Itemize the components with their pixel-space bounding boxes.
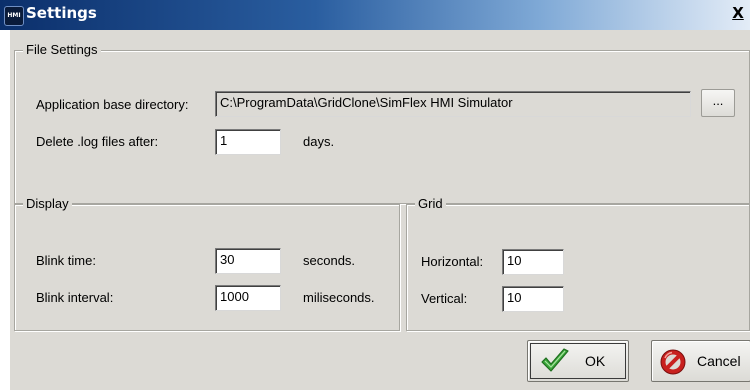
file-settings-legend: File Settings [23, 42, 101, 57]
delete-log-days-input[interactable]: 1 [215, 129, 281, 155]
grid-group: Grid Horizontal: 10 Vertical: 10 [406, 196, 750, 331]
horizontal-input[interactable]: 10 [502, 249, 564, 275]
vertical-label: Vertical: [421, 291, 468, 306]
delete-log-unit: days. [303, 134, 335, 149]
grid-legend: Grid [415, 196, 446, 211]
blink-time-input[interactable]: 30 [215, 248, 281, 274]
checkmark-icon [541, 348, 569, 372]
blink-interval-label: Blink interval: [36, 290, 114, 305]
dialog-client-area: File Settings Application base directory… [10, 30, 750, 390]
close-button[interactable]: X [729, 5, 747, 23]
settings-dialog: HMI Settings X File Settings Application… [0, 0, 750, 390]
prohibited-icon [660, 349, 686, 375]
title-bar[interactable]: HMI Settings X [0, 0, 750, 30]
horizontal-label: Horizontal: [421, 254, 484, 269]
base-directory-field[interactable]: C:\ProgramData\GridClone\SimFlex HMI Sim… [215, 91, 691, 117]
display-group: Display Blink time: 30 seconds. Blink in… [14, 196, 400, 331]
blink-time-unit: seconds. [303, 253, 356, 268]
blink-interval-unit: miliseconds. [303, 290, 375, 305]
hmi-app-icon: HMI [4, 6, 24, 26]
ok-button[interactable]: OK [527, 340, 629, 382]
browse-button[interactable]: ... [701, 89, 735, 117]
cancel-button[interactable]: Cancel [651, 340, 750, 382]
ok-label: OK [585, 353, 606, 369]
delete-log-label: Delete .log files after: [36, 134, 159, 149]
vertical-input[interactable]: 10 [502, 286, 564, 312]
blink-time-label: Blink time: [36, 253, 96, 268]
base-directory-label: Application base directory: [36, 97, 189, 112]
cancel-label: Cancel [697, 353, 741, 369]
blink-interval-input[interactable]: 1000 [215, 285, 281, 311]
display-legend: Display [23, 196, 72, 211]
file-settings-group: File Settings Application base directory… [14, 42, 750, 204]
window-title: Settings [26, 4, 97, 22]
